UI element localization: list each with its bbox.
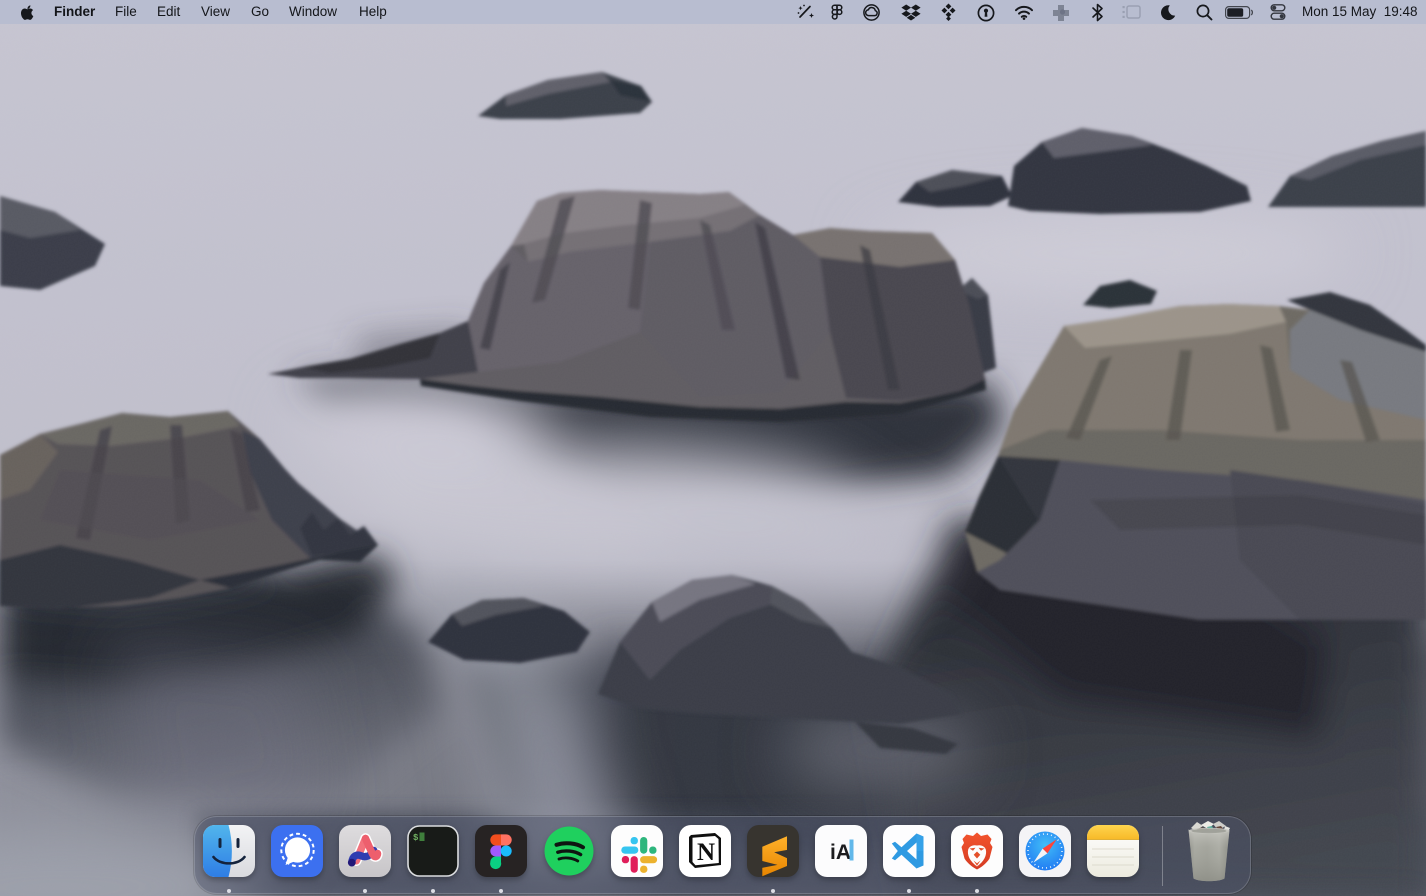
svg-text:N: N bbox=[697, 839, 715, 866]
svg-text:iA: iA bbox=[830, 841, 851, 864]
svg-text:$: $ bbox=[413, 833, 419, 843]
